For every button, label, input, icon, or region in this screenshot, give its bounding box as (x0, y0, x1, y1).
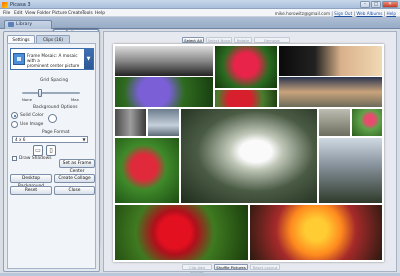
remove-background-button[interactable]: Remove Background (254, 37, 290, 48)
close-window-button[interactable]: ✕ (382, 1, 398, 8)
title-bar: Picasa 3 – □ ✕ (0, 0, 400, 9)
page-format-label: Page Format (42, 130, 70, 135)
menu-help[interactable]: Help (95, 11, 105, 16)
window-title: Picasa 3 (10, 1, 31, 8)
user-links: mike.horowitz@gmail.com | Sign Out | Web… (275, 11, 396, 16)
photo-white-lotus-center[interactable] (181, 109, 317, 203)
photo-red-ginger[interactable] (215, 46, 277, 88)
chevron-down-icon[interactable]: ▼ (84, 49, 93, 69)
photo-tree-sky[interactable] (148, 109, 179, 136)
photo-landscape-dusk[interactable] (279, 77, 382, 107)
select-none-button[interactable]: Select None (206, 37, 232, 43)
help-link[interactable]: Help (386, 11, 396, 16)
minimize-button[interactable]: – (360, 1, 370, 8)
select-all-button[interactable]: Select All (182, 37, 204, 43)
color-swatch[interactable] (48, 114, 57, 123)
settings-body: Frame Mosaic: A mosaic with a prominent … (7, 43, 96, 269)
create-collage-button[interactable]: Create Collage (54, 174, 95, 183)
photo-orange-hibiscus[interactable] (250, 205, 382, 260)
grid-spacing-max: Max (71, 97, 79, 102)
layout-description: Frame Mosaic: A mosaic with a prominent … (27, 53, 81, 68)
menu-tools[interactable]: Tools (82, 11, 93, 16)
photo-red-hibiscus[interactable] (115, 205, 248, 260)
layout-line-2: prominent center picture (27, 63, 80, 68)
grid-spacing-label: Grid Spacing (40, 78, 69, 83)
close-collage-button[interactable]: Close (54, 186, 95, 195)
photo-red-flower-small[interactable] (215, 90, 277, 107)
photo-mountain-trees[interactable] (319, 138, 382, 203)
main-tab-strip: Library Collage (0, 17, 400, 247)
reset-layout-button[interactable]: Reset Layout (250, 264, 280, 270)
menu-view[interactable]: View (25, 11, 35, 16)
grid-spacing-slider[interactable] (38, 89, 42, 97)
draw-shadows-checkbox[interactable] (12, 156, 17, 161)
library-icon (8, 22, 14, 27)
menu-edit[interactable]: Edit (14, 11, 23, 16)
layout-line-1: Frame Mosaic: A mosaic with a (27, 53, 78, 63)
settings-panel: Settings Clips (16) Frame Mosaic: A mosa… (3, 31, 100, 272)
photo-tropical-leaf[interactable] (352, 109, 382, 136)
menu-picture[interactable]: Picture (52, 11, 67, 16)
landscape-icon[interactable]: ▭ (33, 145, 43, 156)
photo-trees-bw[interactable] (115, 109, 146, 136)
page-format-select[interactable]: 4 x 6 (12, 136, 88, 143)
set-frame-center-button[interactable]: Set as Frame Center (59, 159, 95, 174)
layout-thumbnail-icon (13, 53, 25, 65)
collage-canvas-area: Select All Select None Rotate Remove Bac… (103, 31, 397, 275)
photo-red-ginger-tall[interactable] (115, 138, 179, 203)
photo-purple-flowers[interactable] (115, 77, 213, 107)
user-email: mike.horowitz@gmail.com (274, 10, 331, 16)
photo-pond-gray[interactable] (319, 109, 350, 136)
menu-bar: File Edit View Folder Picture Create Too… (0, 9, 400, 17)
menu-file[interactable]: File (3, 11, 10, 16)
reset-button[interactable]: Reset (10, 186, 52, 195)
solid-color-radio[interactable] (11, 112, 18, 119)
menu-folder[interactable]: Folder (37, 11, 51, 16)
photo-pink-flower-dark[interactable] (279, 46, 382, 76)
draw-shadows-label: Draw Shadows (19, 156, 52, 161)
layout-selector[interactable]: Frame Mosaic: A mosaic with a prominent … (10, 48, 94, 70)
use-image-radio[interactable] (11, 121, 18, 128)
background-options-label: Background Options (33, 105, 78, 110)
sign-out-link[interactable]: Sign Out (334, 11, 352, 16)
add-images-button[interactable]: Clip Add Images (182, 264, 212, 275)
use-image-label: Use Image (20, 122, 44, 127)
window-controls: – □ ✕ (360, 1, 398, 8)
tab-clips[interactable]: Clips (16) (36, 35, 70, 43)
collage-preview[interactable] (113, 44, 384, 262)
grid-spacing-track[interactable] (22, 92, 80, 94)
grid-spacing-min: None (22, 97, 32, 102)
tab-library-label: Library (16, 21, 33, 27)
chevron-down-icon[interactable]: ▼ (81, 137, 87, 142)
tab-library[interactable]: Library (4, 19, 52, 29)
desktop-background-button[interactable]: Desktop Background (10, 174, 52, 189)
tab-settings[interactable]: Settings (7, 35, 35, 43)
menu-create[interactable]: Create (68, 11, 83, 16)
solid-color-label: Solid Color (20, 113, 44, 118)
web-albums-link[interactable]: Web Albums (356, 11, 382, 16)
shuffle-pictures-button[interactable]: Shuffle Pictures (214, 264, 248, 270)
maximize-button[interactable]: □ (371, 1, 381, 8)
rotate-button[interactable]: Rotate (234, 37, 252, 43)
app-icon (2, 1, 8, 8)
portrait-icon[interactable]: ▯ (46, 145, 56, 156)
photo-bw-plants[interactable] (115, 46, 213, 76)
